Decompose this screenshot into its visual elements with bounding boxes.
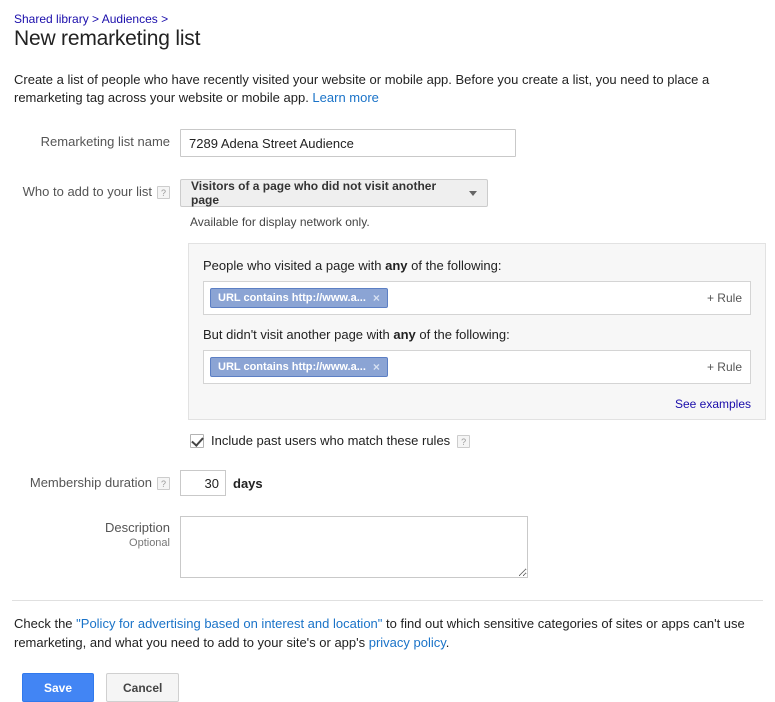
include-heading-any: any <box>385 258 408 273</box>
cancel-button[interactable]: Cancel <box>106 673 180 702</box>
list-name-label: Remarketing list name <box>40 134 170 149</box>
learn-more-link[interactable]: Learn more <box>312 90 378 105</box>
policy-text: Check the "Policy for advertising based … <box>14 614 759 652</box>
include-rule-chip-label: URL contains http://www.a... <box>218 292 366 304</box>
list-name-field-col <box>180 129 763 157</box>
display-network-hint: Available for display network only. <box>190 215 370 229</box>
description-label-col: Description Optional <box>12 516 180 549</box>
membership-duration-unit: days <box>233 475 263 491</box>
membership-duration-input[interactable] <box>180 470 226 496</box>
exclude-rule-box: URL contains http://www.a... × + Rule <box>203 350 751 384</box>
exclude-rule-chip[interactable]: URL contains http://www.a... × <box>210 357 388 377</box>
list-name-label-col: Remarketing list name <box>12 129 180 149</box>
policy-part-3: . <box>445 635 450 650</box>
intro-text: Create a list of people who have recentl… <box>14 71 744 107</box>
include-heading-prefix: People who visited a page with <box>203 258 386 273</box>
chevron-down-icon <box>469 190 477 196</box>
row-list-name: Remarketing list name <box>12 129 763 157</box>
privacy-policy-link[interactable]: privacy policy <box>369 635 446 650</box>
breadcrumb-item-audiences[interactable]: Audiences <box>102 12 158 26</box>
who-to-add-field-col: Visitors of a page who did not visit ano… <box>180 179 766 420</box>
list-name-input[interactable] <box>180 129 516 157</box>
description-textarea[interactable] <box>180 516 528 578</box>
membership-duration-field-col: days <box>180 470 763 496</box>
add-exclude-rule-button[interactable]: + Rule <box>707 360 742 374</box>
exclude-heading-prefix: But didn't visit another page with <box>203 327 394 342</box>
who-to-add-label: Who to add to your list <box>22 184 152 199</box>
include-past-users-checkbox[interactable] <box>190 433 204 448</box>
row-description: Description Optional <box>12 516 763 578</box>
footer-actions: Save Cancel <box>22 673 763 702</box>
who-to-add-help-icon[interactable]: ? <box>157 186 170 199</box>
policy-part-1: Check the <box>14 616 77 631</box>
breadcrumb-separator-1: > <box>92 12 100 26</box>
exclude-rule-chip-label: URL contains http://www.a... <box>218 361 366 373</box>
save-button[interactable]: Save <box>22 673 94 702</box>
row-who-to-add: Who to add to your list ? Visitors of a … <box>12 179 766 420</box>
include-past-users-help-icon[interactable]: ? <box>457 435 471 448</box>
exclude-heading-any: any <box>393 327 416 342</box>
breadcrumb: Shared library > Audiences > <box>14 12 763 26</box>
remarketing-form: Remarketing list name Who to add to your… <box>12 129 766 578</box>
include-rules-heading: People who visited a page with any of th… <box>203 258 751 273</box>
close-icon[interactable]: × <box>373 291 380 305</box>
footer-divider <box>12 600 763 601</box>
close-icon[interactable]: × <box>373 360 380 374</box>
include-rule-chip[interactable]: URL contains http://www.a... × <box>210 288 388 308</box>
description-label: Description <box>104 520 170 535</box>
include-rule-box: URL contains http://www.a... × + Rule <box>203 281 751 315</box>
rules-panel: People who visited a page with any of th… <box>188 243 766 420</box>
membership-duration-help-icon[interactable]: ? <box>157 477 170 490</box>
description-field-col <box>180 516 763 578</box>
exclude-rules-heading: But didn't visit another page with any o… <box>203 327 751 342</box>
see-examples-wrap: See examples <box>203 396 751 411</box>
description-optional-label: Optional <box>129 537 170 549</box>
include-past-users-label: Include past users who match these rules <box>211 433 451 448</box>
exclude-heading-suffix: of the following: <box>415 327 510 342</box>
include-heading-suffix: of the following: <box>407 258 502 273</box>
who-to-add-select[interactable]: Visitors of a page who did not visit ano… <box>180 179 488 207</box>
breadcrumb-item-shared-library[interactable]: Shared library <box>14 12 89 26</box>
membership-duration-label: Membership duration <box>29 475 152 490</box>
page-title: New remarketing list <box>14 27 201 50</box>
membership-duration-label-col: Membership duration ? <box>12 470 180 490</box>
breadcrumb-separator-2: > <box>161 12 169 26</box>
row-membership-duration: Membership duration ? days <box>12 470 763 496</box>
add-include-rule-button[interactable]: + Rule <box>707 291 742 305</box>
include-past-users-row: Include past users who match these rules… <box>190 433 763 448</box>
who-to-add-label-col: Who to add to your list ? <box>12 179 180 199</box>
policy-link[interactable]: "Policy for advertising based on interes… <box>76 616 382 631</box>
page-container: Shared library > Audiences > New remarke… <box>0 0 775 702</box>
who-to-add-selected-value: Visitors of a page who did not visit ano… <box>191 179 437 207</box>
see-examples-link[interactable]: See examples <box>675 397 751 411</box>
